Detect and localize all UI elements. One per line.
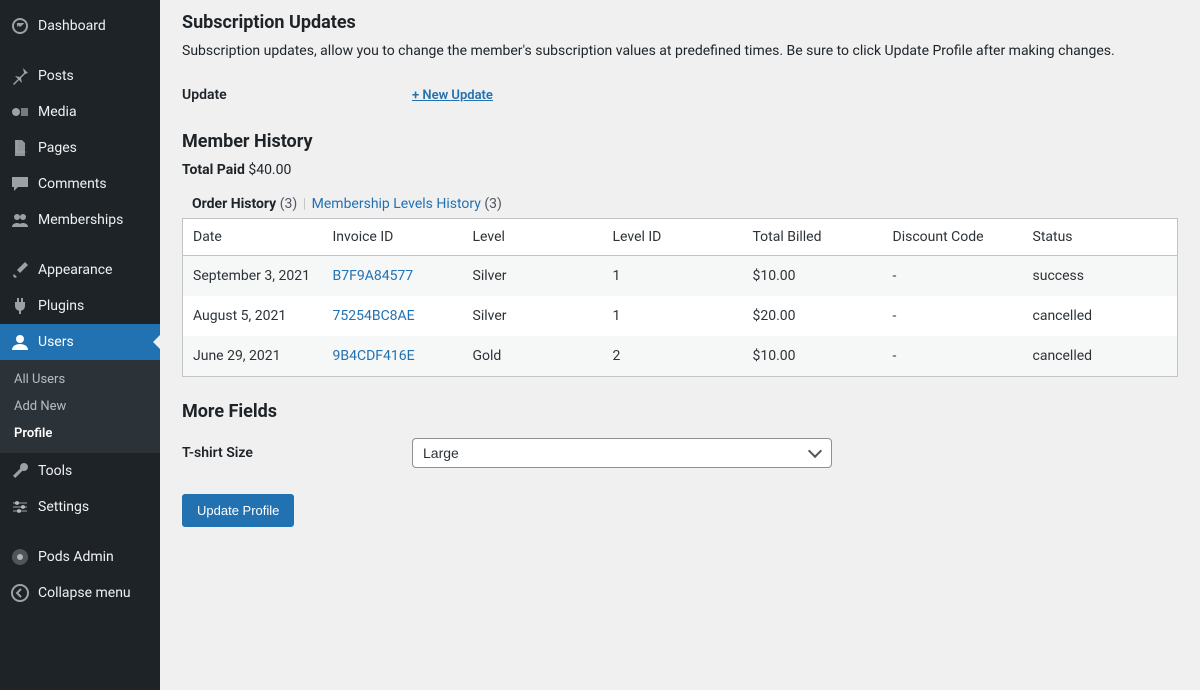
sidebar-item-label: Settings [38,499,89,515]
invoice-link[interactable]: 75254BC8AE [333,308,415,324]
col-date: Date [183,219,323,256]
collapse-icon [10,583,30,603]
submenu-profile[interactable]: Profile [0,420,160,447]
pages-icon [10,138,30,158]
sidebar-item-pods-admin[interactable]: Pods Admin [0,539,160,575]
more-fields-heading: More Fields [182,401,1178,422]
tshirt-select[interactable]: Large [412,438,832,468]
sidebar-item-label: Users [38,334,74,350]
col-status: Status [1023,219,1178,256]
subscription-updates-heading: Subscription Updates [182,12,1178,33]
cell-level: Silver [463,296,603,336]
sidebar-item-label: Appearance [38,262,112,278]
invoice-link[interactable]: B7F9A84577 [333,268,414,284]
table-row: June 29, 2021 9B4CDF416E Gold 2 $10.00 -… [183,336,1178,377]
sidebar-item-label: Collapse menu [38,585,131,601]
sidebar-item-comments[interactable]: Comments [0,166,160,202]
brush-icon [10,260,30,280]
sidebar-item-plugins[interactable]: Plugins [0,288,160,324]
group-icon [10,210,30,230]
tab-membership-levels[interactable]: Membership Levels History [312,196,481,212]
sidebar-item-label: Posts [38,68,74,84]
submenu-add-new[interactable]: Add New [0,393,160,420]
total-paid-value: $40.00 [248,162,291,178]
admin-sidebar: Dashboard Posts Media Pages Comments Mem… [0,0,160,690]
sidebar-item-dashboard[interactable]: Dashboard [0,8,160,44]
update-profile-button[interactable]: Update Profile [182,494,294,527]
sidebar-item-label: Tools [38,463,72,479]
cell-billed: $10.00 [743,256,883,297]
cell-discount: - [883,296,1023,336]
sidebar-item-label: Comments [38,176,107,192]
cell-level: Silver [463,256,603,297]
col-level-id: Level ID [603,219,743,256]
order-history-count: (3) [280,196,298,212]
sidebar-item-tools[interactable]: Tools [0,453,160,489]
cell-level: Gold [463,336,603,377]
cell-date: June 29, 2021 [183,336,323,377]
cell-level-id: 1 [603,296,743,336]
cell-discount: - [883,256,1023,297]
sidebar-item-appearance[interactable]: Appearance [0,252,160,288]
sidebar-item-label: Plugins [38,298,84,314]
cell-billed: $10.00 [743,336,883,377]
sidebar-item-label: Pods Admin [38,549,114,565]
cell-status: cancelled [1023,336,1178,377]
sidebar-item-label: Media [38,104,77,120]
sidebar-item-media[interactable]: Media [0,94,160,130]
sidebar-item-users[interactable]: Users [0,324,160,360]
sidebar-item-label: Dashboard [38,18,106,34]
new-update-link[interactable]: + New Update [412,88,493,103]
order-history-table: Date Invoice ID Level Level ID Total Bil… [182,218,1178,377]
col-discount: Discount Code [883,219,1023,256]
users-submenu: All Users Add New Profile [0,360,160,453]
user-icon [10,332,30,352]
tshirt-select-wrap: Large [412,438,832,468]
cell-status: cancelled [1023,296,1178,336]
submenu-all-users[interactable]: All Users [0,366,160,393]
dashboard-icon [10,16,30,36]
invoice-link[interactable]: 9B4CDF416E [333,348,415,364]
membership-levels-count: (3) [484,196,502,212]
total-paid: Total Paid $40.00 [182,162,1178,178]
cell-status: success [1023,256,1178,297]
update-row: Update + New Update [182,87,1178,103]
sidebar-item-label: Pages [38,140,77,156]
table-header-row: Date Invoice ID Level Level ID Total Bil… [183,219,1178,256]
tshirt-label: T-shirt Size [182,445,412,461]
total-paid-label: Total Paid [182,162,245,178]
sidebar-item-memberships[interactable]: Memberships [0,202,160,238]
plug-icon [10,296,30,316]
pin-icon [10,66,30,86]
tab-order-history[interactable]: Order History [192,196,276,212]
main-content: Subscription Updates Subscription update… [160,0,1200,690]
sliders-icon [10,497,30,517]
cell-level-id: 2 [603,336,743,377]
comment-icon [10,174,30,194]
wrench-icon [10,461,30,481]
col-invoice: Invoice ID [323,219,463,256]
sidebar-item-posts[interactable]: Posts [0,58,160,94]
col-level: Level [463,219,603,256]
table-row: August 5, 2021 75254BC8AE Silver 1 $20.0… [183,296,1178,336]
media-icon [10,102,30,122]
cell-level-id: 1 [603,256,743,297]
col-total-billed: Total Billed [743,219,883,256]
cell-discount: - [883,336,1023,377]
pods-icon [10,547,30,567]
sidebar-item-label: Memberships [38,212,123,228]
sidebar-item-collapse[interactable]: Collapse menu [0,575,160,611]
cell-billed: $20.00 [743,296,883,336]
sidebar-item-settings[interactable]: Settings [0,489,160,525]
history-tabs: Order History (3) | Membership Levels Hi… [192,196,1178,212]
member-history-heading: Member History [182,131,1178,152]
table-row: September 3, 2021 B7F9A84577 Silver 1 $1… [183,256,1178,297]
update-label: Update [182,87,412,103]
subscription-updates-description: Subscription updates, allow you to chang… [182,43,1178,59]
sidebar-item-pages[interactable]: Pages [0,130,160,166]
cell-date: August 5, 2021 [183,296,323,336]
cell-date: September 3, 2021 [183,256,323,297]
